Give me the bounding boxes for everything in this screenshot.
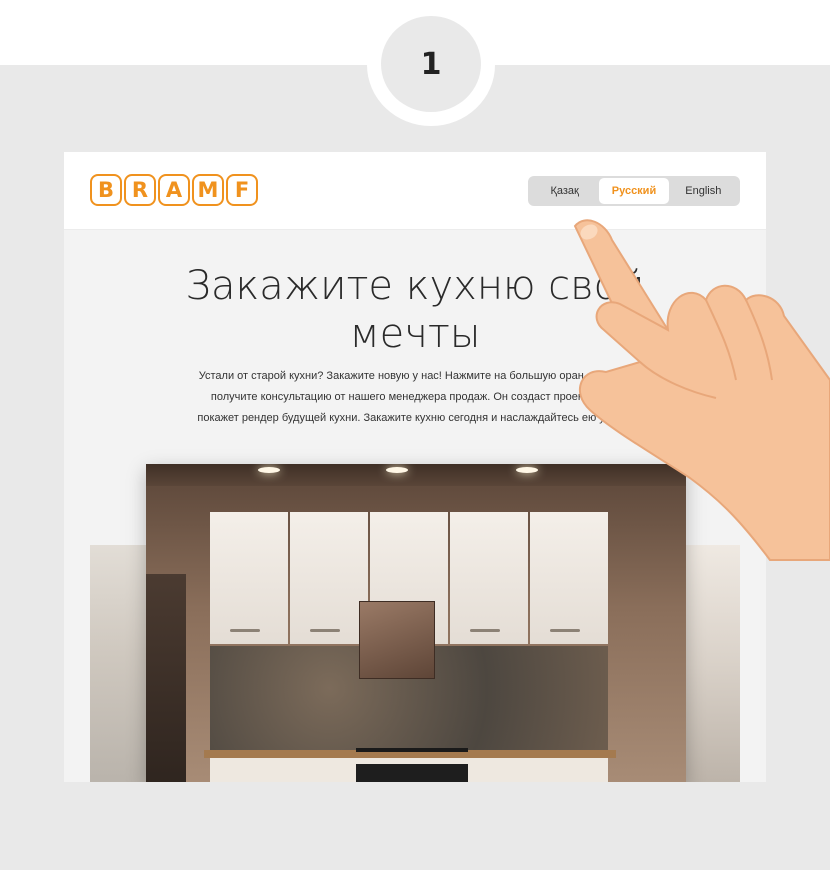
cabinet-door bbox=[210, 512, 288, 644]
kitchen-photo-main bbox=[146, 464, 686, 782]
kitchen-photo-right bbox=[684, 545, 740, 782]
ceiling-light bbox=[386, 467, 408, 473]
bramf-logo[interactable]: B R A M F bbox=[90, 174, 258, 206]
hero-title-line1: Закажите кухню свой bbox=[185, 263, 645, 309]
ceiling-light bbox=[258, 467, 280, 473]
hero-title-line2: мечты bbox=[349, 311, 481, 357]
step-number: 1 bbox=[420, 46, 442, 82]
kitchen-photo-left bbox=[90, 545, 150, 782]
hero-description-line2: получите консультацию от нашего менеджер… bbox=[210, 391, 620, 403]
hero-description: Устали от старой кухни? Закажите новую у… bbox=[172, 366, 658, 429]
cabinet-door bbox=[450, 512, 528, 644]
hero-description-line3: покажет рендер будущей кухни. Закажите к… bbox=[197, 412, 633, 424]
oven bbox=[356, 764, 468, 782]
language-switcher: Қазақ Русский English bbox=[528, 176, 740, 206]
hero-description-line1: Устали от старой кухни? Закажите новую у… bbox=[198, 370, 632, 382]
website-screenshot: B R A M F Қазақ Русский English Закажите… bbox=[64, 152, 766, 782]
ceiling-light bbox=[516, 467, 538, 473]
lang-kazakh-button[interactable]: Қазақ bbox=[530, 178, 599, 204]
logo-letter: B bbox=[90, 174, 122, 206]
dark-cabinet bbox=[146, 574, 186, 782]
logo-letter: M bbox=[192, 174, 224, 206]
hero-title: Закажите кухню свой мечты bbox=[64, 262, 766, 358]
kitchen-ceiling bbox=[146, 464, 686, 486]
logo-letter: F bbox=[226, 174, 258, 206]
lang-english-button[interactable]: English bbox=[669, 178, 738, 204]
logo-letter: R bbox=[124, 174, 156, 206]
step-badge: 1 bbox=[381, 16, 481, 112]
site-header: B R A M F Қазақ Русский English bbox=[64, 152, 766, 230]
cabinet-door bbox=[290, 512, 368, 644]
cooktop bbox=[356, 748, 468, 752]
logo-letter: A bbox=[158, 174, 190, 206]
range-hood bbox=[359, 601, 435, 679]
lang-russian-button[interactable]: Русский bbox=[599, 178, 669, 204]
cabinet-door bbox=[530, 512, 608, 644]
